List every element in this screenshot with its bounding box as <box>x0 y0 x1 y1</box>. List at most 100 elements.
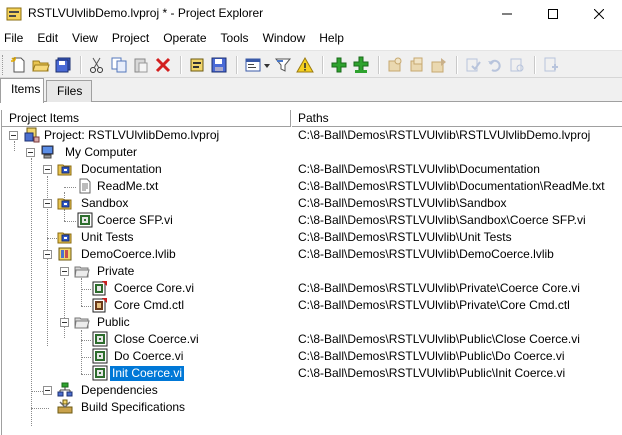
tree-item-label: Project: RSTLVUlvlibDemo.lvproj <box>44 128 220 142</box>
tree-item-path: C:\8-Ball\Demos\RSTLVUlvlib\Sandbox\Coer… <box>298 213 586 227</box>
menu-bar: File Edit View Project Operate Tools Win… <box>0 28 622 48</box>
maximize-button[interactable] <box>530 0 576 28</box>
collapse-toggle[interactable] <box>43 250 52 259</box>
tree-row-democoerce-lvlib[interactable]: DemoCoerce.lvlib C:\8-Ball\Demos\RSTLVUl… <box>0 246 622 263</box>
tree-item-path: C:\8-Ball\Demos\RSTLVUlvlib\Documentatio… <box>298 179 605 193</box>
paste-icon[interactable] <box>132 56 150 74</box>
project-tree: Project Items Paths Project: RSTLVUlvlib… <box>0 102 622 435</box>
tree-item-path: C:\8-Ball\Demos\RSTLVUlvlib\Private\Core… <box>298 298 570 312</box>
minimize-icon <box>502 13 512 15</box>
window-title: RSTLVUlvlibDemo.lvproj * - Project Explo… <box>28 6 264 20</box>
menu-window[interactable]: Window <box>256 28 313 48</box>
autopopulating-folder-icon <box>57 164 72 176</box>
tree-row-unit-tests[interactable]: Unit Tests C:\8-Ball\Demos\RSTLVUlvlib\U… <box>0 229 622 246</box>
show-differences-icon[interactable] <box>542 56 560 74</box>
menu-operate[interactable]: Operate <box>156 28 213 48</box>
build-specifications-icon <box>57 399 73 414</box>
save-project-icon[interactable] <box>210 56 228 74</box>
menu-file[interactable]: File <box>0 28 30 48</box>
virtual-folder-icon <box>74 266 90 278</box>
tree-row-public[interactable]: Public <box>0 314 622 331</box>
tree-row-project[interactable]: Project: RSTLVUlvlibDemo.lvproj C:\8-Bal… <box>0 127 622 144</box>
vi-icon <box>92 348 108 364</box>
open-folder-icon[interactable] <box>32 56 50 74</box>
add-to-project-icon[interactable] <box>188 56 206 74</box>
dropdown-arrow-icon[interactable] <box>262 56 272 74</box>
history-icon[interactable] <box>508 56 526 74</box>
tree-row-do-coerce[interactable]: Do Coerce.vi C:\8-Ball\Demos\RSTLVUlvlib… <box>0 348 622 365</box>
tree-row-my-computer[interactable]: My Computer <box>0 144 622 161</box>
library-icon <box>58 247 72 261</box>
tree-item-label: Private <box>97 264 135 278</box>
tree-row-documentation[interactable]: Documentation C:\8-Ball\Demos\RSTLVUlvli… <box>0 161 622 178</box>
column-header-paths[interactable]: Paths <box>292 110 622 127</box>
copy-icon[interactable] <box>110 56 128 74</box>
collapse-toggle[interactable] <box>26 148 35 157</box>
expand-toggle[interactable] <box>43 386 52 395</box>
toolbar-separator <box>180 56 181 74</box>
toolbar-grip[interactable] <box>2 55 5 75</box>
minimize-button[interactable] <box>484 0 530 28</box>
tab-files[interactable]: Files <box>46 80 92 102</box>
collapse-toggle[interactable] <box>60 267 69 276</box>
title-bar: RSTLVUlvlibDemo.lvproj * - Project Explo… <box>0 0 622 28</box>
source-control-checkin-icon[interactable] <box>430 56 448 74</box>
labview-app-icon <box>6 7 22 21</box>
tree-row-close-coerce[interactable]: Close Coerce.vi C:\8-Ball\Demos\RSTLVUlv… <box>0 331 622 348</box>
tree-item-label: Coerce Core.vi <box>114 281 195 295</box>
tree-item-label: ReadMe.txt <box>97 179 159 193</box>
toolbar-separator <box>322 56 323 74</box>
delete-icon[interactable] <box>154 56 172 74</box>
tree-row-coerce-core[interactable]: Coerce Core.vi C:\8-Ball\Demos\RSTLVUlvl… <box>0 280 622 297</box>
collapse-toggle[interactable] <box>60 318 69 327</box>
tree-item-path: C:\8-Ball\Demos\RSTLVUlvlib\Public\Init … <box>298 366 566 380</box>
toolbar-separator <box>456 56 457 74</box>
virtual-folder-icon <box>74 317 90 329</box>
source-control-checkout-icon[interactable] <box>408 56 426 74</box>
collapse-all-icon[interactable] <box>352 56 370 74</box>
tree-item-path: C:\8-Ball\Demos\RSTLVUlvlib\Documentatio… <box>298 162 540 176</box>
vi-icon <box>92 365 108 381</box>
tab-items[interactable]: Items <box>0 78 44 103</box>
tree-row-private[interactable]: Private <box>0 263 622 280</box>
tree-item-path: C:\8-Ball\Demos\RSTLVUlvlib\Sandbox <box>298 196 507 210</box>
project-icon <box>24 127 40 143</box>
text-file-icon <box>79 178 91 194</box>
autopopulating-folder-icon <box>57 232 72 244</box>
tree-item-label-selected: Init Coerce.vi <box>110 366 185 381</box>
undo-checkout-icon[interactable] <box>464 56 482 74</box>
tree-row-init-coerce[interactable]: Init Coerce.vi C:\8-Ball\Demos\RSTLVUlvl… <box>0 365 622 382</box>
menu-project[interactable]: Project <box>105 28 156 48</box>
tree-item-label: Unit Tests <box>81 230 134 244</box>
menu-view[interactable]: View <box>65 28 105 48</box>
tree-item-label: Coerce SFP.vi <box>97 213 173 227</box>
toolbar-separator <box>378 56 379 74</box>
collapse-toggle[interactable] <box>43 165 52 174</box>
properties-icon[interactable] <box>244 56 262 74</box>
tree-row-core-cmd[interactable]: Core Cmd.ctl C:\8-Ball\Demos\RSTLVUlvlib… <box>0 297 622 314</box>
new-file-icon[interactable] <box>10 56 28 74</box>
column-header-project-items[interactable]: Project Items <box>1 110 291 127</box>
cut-icon[interactable] <box>88 56 106 74</box>
tree-row-dependencies[interactable]: Dependencies <box>0 382 622 399</box>
source-control-add-icon[interactable] <box>386 56 404 74</box>
tree-row-sandbox[interactable]: Sandbox C:\8-Ball\Demos\RSTLVUlvlib\Sand… <box>0 195 622 212</box>
tree-row-build-specifications[interactable]: Build Specifications <box>0 399 622 416</box>
revert-icon[interactable] <box>486 56 504 74</box>
menu-tools[interactable]: Tools <box>214 28 256 48</box>
save-all-icon[interactable] <box>54 56 72 74</box>
tree-item-label: Do Coerce.vi <box>114 349 184 363</box>
tree-row-readme[interactable]: ReadMe.txt C:\8-Ball\Demos\RSTLVUlvlib\D… <box>0 178 622 195</box>
tree-row-coerce-sfp[interactable]: Coerce SFP.vi C:\8-Ball\Demos\RSTLVUlvli… <box>0 212 622 229</box>
warning-icon[interactable] <box>296 56 314 74</box>
tree-item-path: C:\8-Ball\Demos\RSTLVUlvlib\DemoCoerce.l… <box>298 247 554 261</box>
menu-edit[interactable]: Edit <box>30 28 65 48</box>
expand-all-icon[interactable] <box>330 56 348 74</box>
toolbar <box>0 50 622 78</box>
menu-help[interactable]: Help <box>312 28 351 48</box>
close-button[interactable] <box>576 0 622 28</box>
collapse-toggle[interactable] <box>9 131 18 140</box>
collapse-toggle[interactable] <box>43 199 52 208</box>
filter-icon[interactable] <box>274 56 292 74</box>
tree-item-label: Build Specifications <box>81 400 186 414</box>
